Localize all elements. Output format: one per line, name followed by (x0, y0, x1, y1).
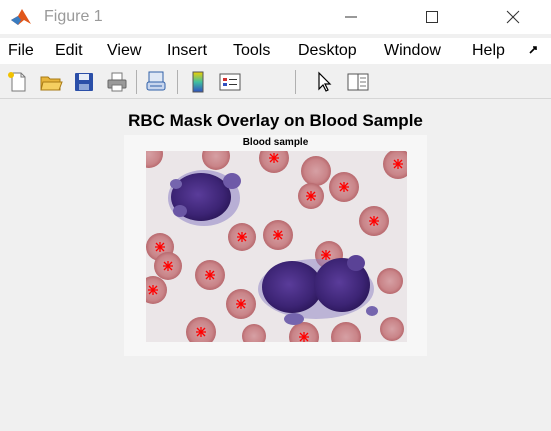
open-file-icon (40, 76, 63, 91)
link-plot-button[interactable] (144, 70, 168, 94)
title-bar: Figure 1 (0, 0, 551, 34)
menu-desktop[interactable]: Desktop (298, 42, 357, 60)
rbc-marker (236, 299, 246, 309)
insert-legend-icon (219, 73, 241, 91)
save-icon (75, 73, 93, 91)
toolbar (0, 66, 551, 99)
save-button[interactable] (72, 70, 96, 94)
rbc-marker (393, 159, 403, 169)
new-figure-button[interactable] (6, 70, 30, 94)
property-inspector-button[interactable] (346, 70, 370, 94)
blood-smear-image (146, 151, 407, 342)
toolbar-separator (295, 70, 296, 94)
rbc-marker (148, 285, 158, 295)
menu-file[interactable]: File (8, 42, 34, 60)
menu-view[interactable]: View (107, 42, 141, 60)
close-icon (506, 10, 520, 24)
maximize-icon (426, 11, 438, 23)
insert-colorbar-button[interactable] (186, 70, 210, 94)
maximize-button[interactable] (409, 0, 455, 34)
matlab-icon (11, 9, 31, 25)
edit-plot-button[interactable] (313, 70, 337, 94)
print-icon (107, 72, 127, 92)
blood-sample-image (146, 151, 407, 342)
menu-insert[interactable]: Insert (167, 42, 207, 60)
rbc-marker (237, 232, 247, 242)
menu-window[interactable]: Window (384, 42, 441, 60)
edit-plot-icon (318, 71, 332, 92)
rbc-marker (163, 261, 173, 271)
rbc-marker (155, 242, 165, 252)
rbc-marker (321, 250, 331, 260)
close-button[interactable] (490, 0, 536, 34)
property-inspector-icon (347, 73, 369, 91)
rbc-marker (196, 327, 206, 337)
window-title: Figure 1 (44, 8, 103, 25)
rbc-marker (369, 216, 379, 226)
new-figure-icon (8, 72, 26, 92)
rbc-marker (273, 230, 283, 240)
figure-title: RBC Mask Overlay on Blood Sample (128, 111, 423, 130)
menu-bar: File Edit View Insert Tools Desktop Wind… (0, 38, 551, 64)
insert-colorbar-icon (192, 71, 204, 93)
insert-legend-button[interactable] (218, 70, 242, 94)
minimize-button[interactable] (328, 0, 374, 34)
axes-title: Blood sample (242, 137, 309, 148)
rbc-marker (269, 153, 279, 163)
toolbar-separator (177, 70, 178, 94)
toolbar-separator (136, 70, 137, 94)
menu-edit[interactable]: Edit (55, 42, 83, 60)
open-file-button[interactable] (39, 70, 63, 94)
rbc-marker (339, 182, 349, 192)
rbc-marker (299, 332, 309, 342)
link-plot-icon (146, 71, 166, 91)
rbc-marker (205, 270, 215, 280)
menu-tools[interactable]: Tools (233, 42, 270, 60)
menu-help[interactable]: Help (472, 42, 505, 60)
print-button[interactable] (105, 70, 129, 94)
chevron-right-icon[interactable] (528, 44, 542, 56)
minimize-icon (345, 16, 357, 18)
rbc-marker (306, 191, 316, 201)
